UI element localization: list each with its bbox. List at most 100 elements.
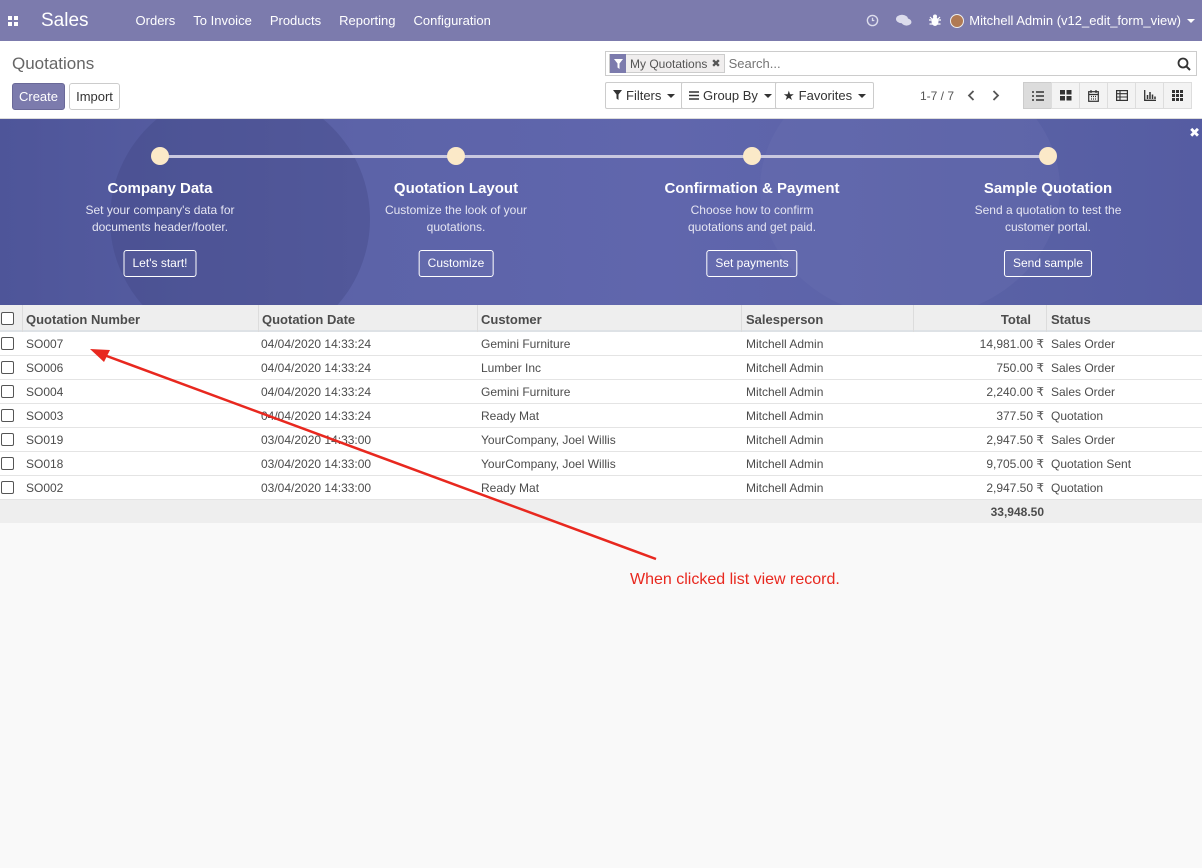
table-row[interactable]: SO003 04/04/2020 14:33:24 Ready Mat Mitchel… [0,404,1202,428]
column-header-date[interactable]: Quotation Date [262,312,355,327]
cell-status: Quotation Sent [1051,457,1132,471]
import-button[interactable]: Import [69,83,120,110]
cell-total: 14,981.00 ₹ [979,337,1044,351]
chat-icon[interactable] [888,0,919,41]
table-row[interactable]: SO006 04/04/2020 14:33:24 Lumber Inc Mitche… [0,356,1202,380]
list-view-icon[interactable] [1023,82,1052,109]
step-title: Quotation Layout [393,180,519,197]
table-row[interactable]: SO018 03/04/2020 14:33:00 YourCompany, Joe… [0,452,1202,476]
filters-dropdown[interactable]: Filters [605,82,684,109]
menu-item-configuration[interactable]: Configuration [405,13,500,28]
cell-salesperson: Mitchell Admin [746,409,824,423]
table-footer: 33,948.50 [0,500,1202,523]
row-checkbox[interactable] [1,385,14,398]
column-header-number[interactable]: Quotation Number [26,312,140,327]
pivot-view-icon[interactable] [1107,82,1136,109]
cell-status: Sales Order [1051,337,1116,351]
close-icon[interactable]: ✖ [1189,125,1200,141]
chevron-down-icon [667,93,676,98]
search-icon[interactable] [1172,52,1196,76]
cell-date: 03/04/2020 14:33:00 [261,457,372,471]
calendar-view-icon[interactable] [1079,82,1108,109]
column-header-status[interactable]: Status [1051,312,1091,327]
table-row[interactable]: SO007 04/04/2020 14:33:24 Gemini Furniture… [0,332,1202,356]
cell-status: Sales Order [1051,433,1116,447]
control-panel: Quotations Create Import My Quotations ✖… [0,41,1202,119]
column-header-total[interactable]: Total [1001,312,1031,327]
cell-status: Quotation [1051,481,1104,495]
chevron-right-icon[interactable] [985,84,1007,106]
row-checkbox[interactable] [1,481,14,494]
menu-item-products[interactable]: Products [261,13,330,28]
search-bar: My Quotations ✖ [605,51,1197,76]
cell-salesperson: Mitchell Admin [746,481,824,495]
row-checkbox[interactable] [1,361,14,374]
create-button[interactable]: Create [12,83,65,110]
cell-date: 04/04/2020 14:33:24 [261,409,372,423]
pager-value[interactable]: 1-7 / 7 [920,89,954,103]
table-row[interactable]: SO004 04/04/2020 14:33:24 Gemini Furniture… [0,380,1202,404]
table-row[interactable]: SO019 03/04/2020 14:33:00 YourCompany, Joe… [0,428,1202,452]
select-all-checkbox[interactable] [1,312,14,325]
cell-total: 377.50 ₹ [996,409,1044,423]
user-name: Mitchell Admin (v12_edit_form_view) [969,13,1181,28]
table-header: Quotation Number Quotation Date Customer… [0,305,1202,332]
user-menu[interactable]: Mitchell Admin (v12_edit_form_view) [950,0,1202,41]
main-menu: Orders To Invoice Products Reporting Con… [136,13,500,28]
cell-status: Quotation [1051,409,1104,423]
lets-start-button[interactable]: Let's start! [123,250,197,277]
progress-line [160,155,1048,158]
table-row[interactable]: SO002 03/04/2020 14:33:00 Ready Mat Mitchel… [0,476,1202,500]
cell-total: 2,947.50 ₹ [986,481,1044,495]
cell-status: Sales Order [1051,385,1116,399]
step-title: Sample Quotation [983,180,1113,197]
search-input[interactable] [728,53,1172,74]
menu-item-orders[interactable]: Orders [136,13,185,28]
cell-customer: YourCompany, Joel Willis [481,433,616,447]
bug-icon[interactable] [919,0,950,41]
favorites-dropdown[interactable]: ★ Favorites [775,82,875,109]
row-checkbox[interactable] [1,433,14,446]
apps-menu-button[interactable] [0,0,26,41]
step-dot [743,147,761,165]
row-checkbox[interactable] [1,457,14,470]
filter-icon [613,88,622,103]
cell-customer: Lumber Inc [481,361,542,375]
clock-icon[interactable] [857,0,888,41]
view-switcher [1023,82,1192,109]
set-payments-button[interactable]: Set payments [706,250,798,277]
groupby-dropdown[interactable]: Group By [681,82,780,109]
favorites-label: Favorites [798,88,853,103]
app-name[interactable]: Sales [41,10,89,32]
cell-date: 03/04/2020 14:33:00 [261,433,372,447]
cell-total: 2,240.00 ₹ [986,385,1044,399]
table-body: SO007 04/04/2020 14:33:24 Gemini Furniture… [0,332,1202,500]
menu-item-reporting[interactable]: Reporting [330,13,404,28]
cell-customer: Gemini Furniture [481,385,571,399]
step-dot [447,147,465,165]
avatar [950,13,965,28]
close-icon[interactable]: ✖ [711,57,723,70]
step-dot [151,147,169,165]
customize-button[interactable]: Customize [418,250,494,277]
annotation-text: When clicked list view record. [630,571,840,588]
cell-salesperson: Mitchell Admin [746,361,824,375]
menu-item-to-invoice[interactable]: To Invoice [184,13,261,28]
kanban-view-icon[interactable] [1051,82,1080,109]
chevron-down-icon [858,93,867,98]
column-header-salesperson[interactable]: Salesperson [746,312,823,327]
step-description: Send a quotation to test the customer po… [974,203,1122,234]
send-sample-button[interactable]: Send sample [1003,250,1093,277]
row-checkbox[interactable] [1,337,14,350]
cell-total: 2,947.50 ₹ [986,433,1044,447]
row-checkbox[interactable] [1,409,14,422]
cell-date: 03/04/2020 14:33:00 [261,481,372,495]
grid-view-icon[interactable] [1163,82,1192,109]
cell-date: 04/04/2020 14:33:24 [261,385,372,399]
chevron-left-icon[interactable] [960,84,982,106]
apps-grid-icon [8,15,18,26]
column-header-customer[interactable]: Customer [481,312,542,327]
graph-view-icon[interactable] [1135,82,1164,109]
total-sum: 33,948.50 [990,505,1044,519]
groupby-label: Group By [703,88,758,103]
